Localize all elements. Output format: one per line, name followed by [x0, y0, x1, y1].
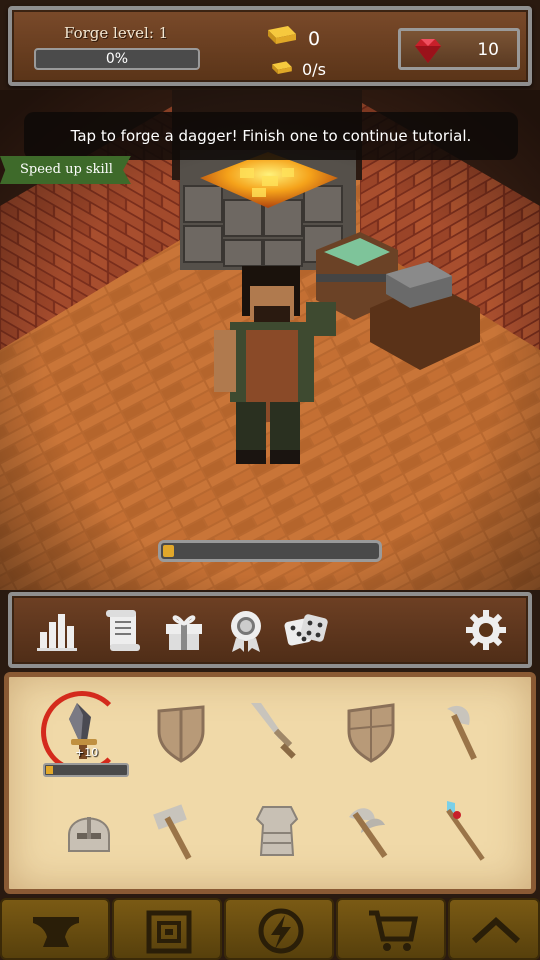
war-hammer-item[interactable]	[145, 795, 217, 867]
chest-armor-item[interactable]	[241, 795, 313, 867]
heater-shield-item[interactable]	[335, 697, 407, 769]
helmet-item[interactable]	[53, 795, 125, 867]
magic-staff-item[interactable]	[433, 795, 505, 867]
active-item-progress-fill	[46, 766, 53, 774]
wooden-shield-item[interactable]	[145, 697, 217, 769]
award-icon[interactable]	[222, 606, 270, 654]
dice-icon[interactable]	[282, 606, 330, 654]
nav-expand[interactable]	[448, 898, 540, 960]
active-item-level: +10	[75, 746, 99, 759]
scroll-icon[interactable]	[98, 606, 146, 654]
item-inventory: +10	[4, 672, 536, 894]
active-item-progress-bar	[43, 763, 129, 777]
gear-icon[interactable]	[462, 606, 510, 654]
forge-scene[interactable]: Tap to forge a dagger! Finish one to con…	[0, 90, 540, 590]
ruby-icon	[415, 39, 441, 63]
short-sword-item[interactable]	[239, 695, 311, 767]
forge-item-progress-fill	[163, 545, 174, 557]
battle-axe-item[interactable]	[429, 695, 501, 767]
bottom-navigation	[0, 898, 540, 960]
lightning-icon	[258, 908, 304, 954]
tutorial-banner: Tap to forge a dagger! Finish one to con…	[24, 112, 518, 160]
nav-boost[interactable]	[224, 898, 334, 960]
gift-icon[interactable]	[160, 606, 208, 654]
top-hud: Forge level: 1 0% 0 0/s 10	[8, 6, 532, 86]
forge-level-progress-text: 0%	[105, 51, 129, 67]
anvil-icon	[33, 917, 79, 947]
forge-level-progress-bar: 0%	[34, 48, 200, 70]
stats-icon[interactable]	[34, 606, 82, 654]
gold-rate-icon	[272, 61, 292, 74]
gold-bar-icon	[268, 26, 296, 44]
gem-count: 10	[477, 40, 499, 60]
chevron-up-icon	[471, 916, 521, 944]
gold-rate: 0/s	[302, 60, 326, 79]
speed-up-skill-button[interactable]: Speed up skill	[0, 156, 131, 184]
forge-level-label: Forge level: 1	[64, 24, 169, 42]
double-axe-item[interactable]	[335, 795, 407, 867]
nav-blueprints[interactable]	[112, 898, 222, 960]
forge-item-progress-bar	[158, 540, 382, 562]
nav-shop[interactable]	[336, 898, 446, 960]
cart-icon	[369, 910, 419, 951]
blueprint-icon	[146, 910, 192, 954]
gem-counter[interactable]: 10	[398, 28, 520, 70]
gold-count: 0	[308, 28, 321, 50]
action-toolbar	[8, 592, 532, 668]
nav-forge[interactable]	[0, 898, 110, 960]
